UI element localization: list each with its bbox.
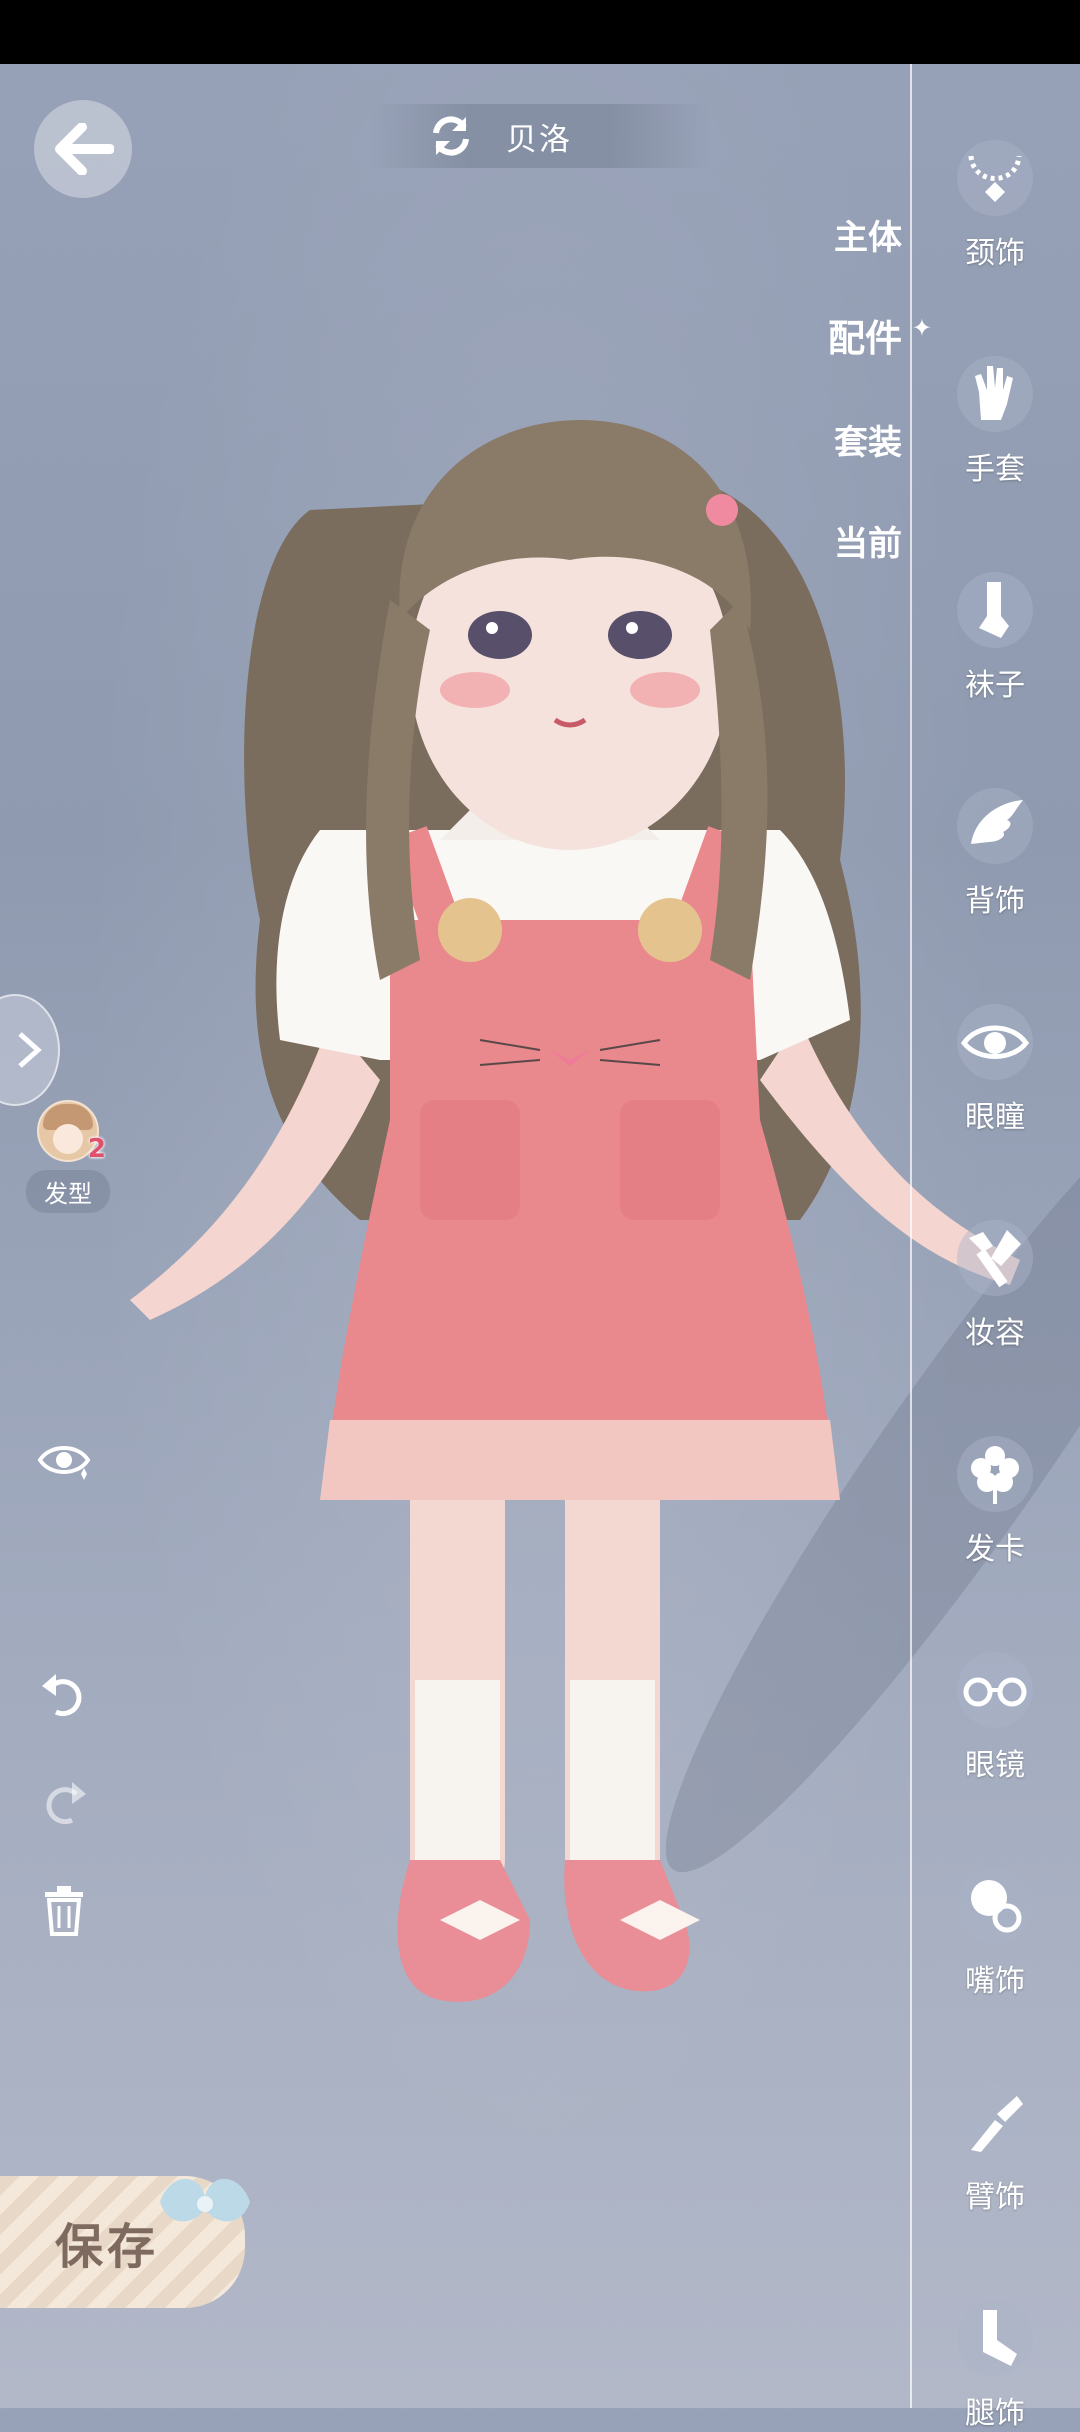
- sparkle-icon: ✦: [911, 314, 932, 342]
- slot-gloves[interactable]: 手套: [940, 356, 1050, 488]
- hairstyle-slot[interactable]: 2 发型: [20, 1100, 116, 1213]
- toggle-visibility-button[interactable]: [34, 1430, 94, 1490]
- character-name: 贝洛: [506, 121, 572, 158]
- slot-label: 袜子: [965, 668, 1025, 703]
- back-button[interactable]: [34, 100, 132, 198]
- socks-icon: [957, 572, 1033, 648]
- trash-icon: [45, 1886, 83, 1936]
- hairstyle-count-badge: 2: [87, 1134, 106, 1164]
- status-bar: [0, 0, 1080, 64]
- tab-current[interactable]: 当前: [834, 516, 902, 565]
- slot-arm-accessory[interactable]: 臂饰: [940, 2084, 1050, 2216]
- character-name-bar[interactable]: 贝洛: [370, 104, 710, 168]
- wing-icon: [957, 788, 1033, 864]
- slot-makeup[interactable]: 妆容: [940, 1220, 1050, 1352]
- slot-label: 臂饰: [965, 2180, 1025, 2215]
- undo-icon: [42, 1674, 82, 1717]
- slot-label: 背饰: [965, 884, 1025, 919]
- glove-icon: [957, 356, 1033, 432]
- makeup-brush-icon: [957, 1220, 1033, 1296]
- pacifier-icon: [957, 1868, 1033, 1944]
- undo-button[interactable]: [34, 1664, 94, 1724]
- necklace-icon: [957, 140, 1033, 216]
- save-button-label: 保存: [55, 2219, 160, 2275]
- leg-accessory-icon: [957, 2300, 1033, 2376]
- ribbon-decoration-icon: [160, 2178, 250, 2222]
- panel-divider: [910, 64, 912, 2408]
- redo-button[interactable]: [34, 1772, 94, 1832]
- slot-back-accessory[interactable]: 背饰: [940, 788, 1050, 920]
- hairclip-flower-icon: [957, 1436, 1033, 1512]
- slot-label: 颈饰: [965, 236, 1025, 271]
- slot-mouth-accessory[interactable]: 嘴饰: [940, 1868, 1050, 2000]
- slot-label: 眼瞳: [965, 1100, 1025, 1135]
- slot-necklace[interactable]: 颈饰: [940, 140, 1050, 272]
- slot-label: 嘴饰: [965, 1964, 1025, 1999]
- tab-outfit-set[interactable]: 套装: [834, 415, 902, 464]
- glasses-icon: [957, 1652, 1033, 1728]
- slot-label: 眼镜: [965, 1748, 1025, 1783]
- slot-eye-pupil[interactable]: 眼瞳: [940, 1004, 1050, 1136]
- tab-accessories[interactable]: 配件 ✦: [828, 308, 932, 362]
- eye-sparkle-icon: [37, 1446, 91, 1480]
- arm-accessory-icon: [957, 2084, 1033, 2160]
- slot-label: 手套: [965, 452, 1025, 487]
- hairstyle-label: 发型: [26, 1170, 110, 1213]
- slot-socks[interactable]: 袜子: [940, 572, 1050, 704]
- slot-leg-accessory[interactable]: 腿饰: [940, 2300, 1050, 2432]
- slot-label: 腿饰: [965, 2396, 1025, 2431]
- slot-glasses[interactable]: 眼镜: [940, 1652, 1050, 1784]
- delete-button[interactable]: [34, 1880, 94, 1940]
- slot-hairclip[interactable]: 发卡: [940, 1436, 1050, 1568]
- redo-icon: [46, 1782, 86, 1825]
- slot-label: 发卡: [965, 1532, 1025, 1567]
- eye-icon: [957, 1004, 1033, 1080]
- tab-main-body[interactable]: 主体: [834, 210, 902, 259]
- tab-accessories-label: 配件: [828, 317, 902, 360]
- chevron-right-icon: [18, 1032, 42, 1068]
- slot-label: 妆容: [965, 1316, 1025, 1351]
- arrow-left-icon: [55, 123, 114, 175]
- swap-character-icon[interactable]: [426, 111, 476, 161]
- character-model: [130, 420, 1080, 2002]
